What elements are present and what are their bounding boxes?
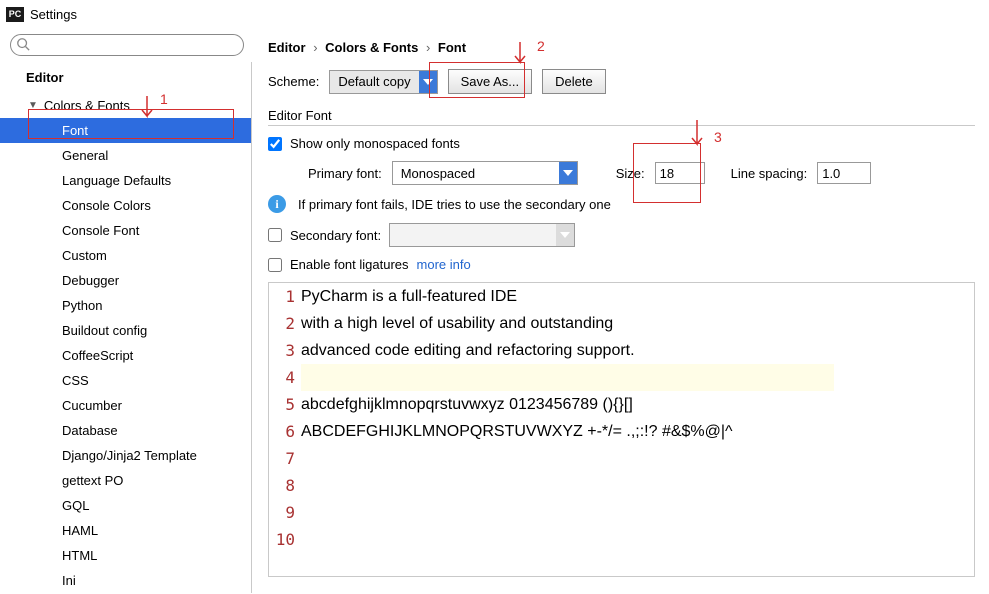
tree-item[interactable]: Console Font xyxy=(0,218,251,243)
tree-item[interactable]: Font xyxy=(0,118,251,143)
tree-item[interactable]: CSS xyxy=(0,368,251,393)
primary-font-value: Monospaced xyxy=(393,166,559,181)
delete-button[interactable]: Delete xyxy=(542,69,606,94)
show-only-monospaced-label: Show only monospaced fonts xyxy=(290,136,460,151)
chevron-right-icon: › xyxy=(313,40,317,55)
line-spacing-label: Line spacing: xyxy=(731,166,808,181)
tree-item[interactable]: HAML xyxy=(0,518,251,543)
size-label: Size: xyxy=(616,166,645,181)
breadcrumb: Editor › Colors & Fonts › Font xyxy=(268,40,975,55)
line-number: 7 xyxy=(269,445,301,472)
tree-item[interactable]: CoffeeScript xyxy=(0,343,251,368)
tree-item[interactable]: General xyxy=(0,143,251,168)
line-number: 8 xyxy=(269,472,301,499)
dropdown-icon[interactable] xyxy=(419,71,437,93)
line-spacing-input[interactable] xyxy=(817,162,871,184)
tree-item[interactable]: Database xyxy=(0,418,251,443)
divider xyxy=(268,125,975,126)
save-as-button[interactable]: Save As... xyxy=(448,69,533,94)
code-text: with a high level of usability and outst… xyxy=(301,310,974,337)
search-input[interactable] xyxy=(10,34,244,56)
code-text: ABCDEFGHIJKLMNOPQRSTUVWXYZ +-*/= .,;:!? … xyxy=(301,418,974,445)
tree-item[interactable]: Console Colors xyxy=(0,193,251,218)
info-icon: i xyxy=(268,195,286,213)
code-text: advanced code editing and refactoring su… xyxy=(301,337,974,364)
chevron-right-icon: › xyxy=(426,40,430,55)
more-info-link[interactable]: more info xyxy=(417,257,471,272)
tree-item[interactable]: GQL xyxy=(0,493,251,518)
scheme-label: Scheme: xyxy=(268,74,319,89)
font-size-input[interactable] xyxy=(655,162,705,184)
scheme-value: Default copy xyxy=(330,74,418,89)
code-line: 6ABCDEFGHIJKLMNOPQRSTUVWXYZ +-*/= .,;:!?… xyxy=(269,418,974,445)
fallback-info-text: If primary font fails, IDE tries to use … xyxy=(298,197,611,212)
dropdown-icon[interactable] xyxy=(559,162,577,184)
tree-group-colors-fonts[interactable]: ▼ Colors & Fonts xyxy=(0,93,251,118)
search-icon xyxy=(16,37,30,51)
titlebar: PC Settings xyxy=(0,0,989,28)
primary-font-select[interactable]: Monospaced xyxy=(392,161,578,185)
secondary-font-checkbox[interactable] xyxy=(268,228,282,242)
tree-group-label: Colors & Fonts xyxy=(44,98,130,113)
code-line: 1PyCharm is a full-featured IDE xyxy=(269,283,974,310)
tree-item[interactable]: Language Defaults xyxy=(0,168,251,193)
sidebar: Editor ▼ Colors & Fonts FontGeneralLangu… xyxy=(0,62,252,593)
code-text xyxy=(301,472,974,499)
code-text xyxy=(301,526,974,553)
editor-font-section-label: Editor Font xyxy=(268,108,975,123)
code-line: 10 xyxy=(269,526,974,553)
app-icon: PC xyxy=(6,7,24,22)
line-number: 4 xyxy=(269,364,301,391)
tree-item[interactable]: Cucumber xyxy=(0,393,251,418)
ligatures-label: Enable font ligatures xyxy=(290,257,409,272)
code-line: 8 xyxy=(269,472,974,499)
search-box[interactable] xyxy=(10,34,244,56)
tree-header-editor[interactable]: Editor xyxy=(0,62,251,93)
tree-item[interactable]: Buildout config xyxy=(0,318,251,343)
breadcrumb-editor[interactable]: Editor xyxy=(268,40,306,55)
tree-item[interactable]: Python xyxy=(0,293,251,318)
primary-font-label: Primary font: xyxy=(308,166,382,181)
line-number: 1 xyxy=(269,283,301,310)
line-number: 10 xyxy=(269,526,301,553)
breadcrumb-font: Font xyxy=(438,40,466,55)
line-number: 2 xyxy=(269,310,301,337)
window-title: Settings xyxy=(30,7,77,22)
tree-item[interactable]: gettext PO xyxy=(0,468,251,493)
secondary-font-label: Secondary font: xyxy=(290,228,381,243)
code-line: 4 xyxy=(269,364,974,391)
tree-item[interactable]: Ini xyxy=(0,568,251,593)
code-text xyxy=(301,445,974,472)
line-number: 9 xyxy=(269,499,301,526)
secondary-font-select[interactable] xyxy=(389,223,575,247)
tree-item[interactable]: Django/Jinja2 Template xyxy=(0,443,251,468)
line-number: 5 xyxy=(269,391,301,418)
show-only-monospaced-checkbox[interactable] xyxy=(268,137,282,151)
code-line: 5abcdefghijklmnopqrstuvwxyz 0123456789 (… xyxy=(269,391,974,418)
code-line: 2with a high level of usability and outs… xyxy=(269,310,974,337)
font-preview[interactable]: 1PyCharm is a full-featured IDE2with a h… xyxy=(268,282,975,577)
tree-item[interactable]: Custom xyxy=(0,243,251,268)
dropdown-icon[interactable] xyxy=(556,224,574,246)
code-text: PyCharm is a full-featured IDE xyxy=(301,283,974,310)
scheme-select[interactable]: Default copy xyxy=(329,70,437,94)
code-line: 3advanced code editing and refactoring s… xyxy=(269,337,974,364)
tree-item[interactable]: Debugger xyxy=(0,268,251,293)
line-number: 6 xyxy=(269,418,301,445)
breadcrumb-colors-fonts[interactable]: Colors & Fonts xyxy=(325,40,418,55)
chevron-down-icon: ▼ xyxy=(28,100,38,111)
code-line: 7 xyxy=(269,445,974,472)
line-number: 3 xyxy=(269,337,301,364)
code-text: abcdefghijklmnopqrstuvwxyz 0123456789 ()… xyxy=(301,391,974,418)
tree-item[interactable]: HTML xyxy=(0,543,251,568)
code-text xyxy=(301,364,834,391)
code-line: 9 xyxy=(269,499,974,526)
ligatures-checkbox[interactable] xyxy=(268,258,282,272)
code-text xyxy=(301,499,974,526)
settings-panel: Editor › Colors & Fonts › Font Scheme: D… xyxy=(254,28,989,594)
